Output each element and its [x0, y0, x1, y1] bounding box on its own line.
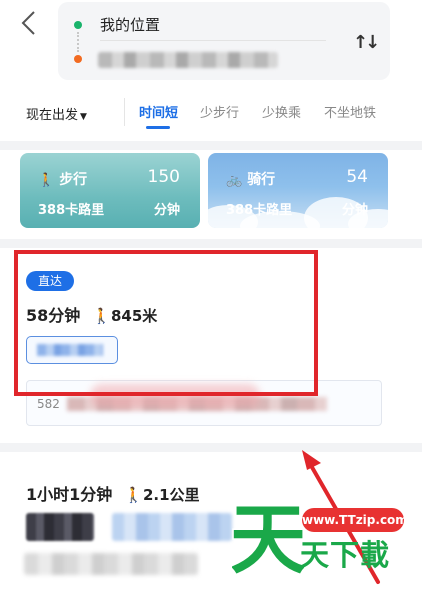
tab-less-walking[interactable]: 少步行: [200, 102, 239, 121]
walk-card-title: 步行: [59, 172, 88, 188]
route-input-box: 我的位置 ↑↓: [58, 2, 390, 80]
section-divider: [0, 443, 422, 452]
walk-card-value: 150: [147, 167, 180, 187]
back-arrow-icon[interactable]: [18, 10, 40, 36]
walking-person-icon: 🚶: [124, 486, 143, 504]
bicycle-icon: 🚲: [226, 173, 243, 188]
destination-field-redacted[interactable]: [98, 52, 278, 68]
walk-mode-card[interactable]: 🚶 步行 150 388卡路里 分钟: [20, 153, 200, 228]
walk-card-unit: 分钟: [153, 203, 180, 218]
origin-dot-icon: [74, 21, 82, 29]
walk-card-calories: 388卡路里: [38, 203, 105, 218]
field-divider: [100, 40, 326, 41]
filter-separator: [124, 98, 125, 126]
route-1-detail-prefix: 582: [37, 397, 60, 411]
walking-person-icon: 🚶: [38, 173, 55, 188]
watermark-url: www.TTzip.com: [302, 508, 408, 532]
bike-card-unit: 分钟: [341, 203, 368, 218]
destination-dot-icon: [74, 55, 82, 63]
svg-text:天: 天: [232, 495, 304, 580]
route-2-walk-distance: 2.1公里: [142, 486, 200, 504]
section-divider: [0, 239, 422, 248]
caret-down-icon: ▼: [80, 112, 87, 122]
red-highlight-box: [14, 250, 318, 396]
bike-card-calories: 388卡路里: [226, 203, 293, 218]
bike-card-title: 骑行: [247, 172, 276, 188]
route-2-summary[interactable]: 1小时1分钟 🚶2.1公里: [26, 481, 200, 505]
bike-card-value: 54: [346, 167, 368, 187]
depart-time-dropdown[interactable]: 现在出发 ▼: [26, 104, 87, 123]
depart-time-label: 现在出发: [26, 108, 79, 123]
tab-fewer-transfers[interactable]: 少换乘: [262, 102, 301, 121]
route-2-line-redacted: [26, 513, 94, 541]
route-2-detail-redacted: [24, 553, 198, 575]
origin-field[interactable]: 我的位置: [100, 14, 160, 35]
tab-shortest-time[interactable]: 时间短: [139, 102, 178, 121]
route-2-duration: 1小时1分钟: [26, 485, 113, 504]
tab-no-subway[interactable]: 不坐地铁: [324, 102, 376, 121]
watermark-text: 天下載: [300, 538, 391, 572]
swap-vertical-icon[interactable]: ↑↓: [353, 32, 380, 53]
route-2-line-redacted: [112, 513, 232, 541]
active-tab-indicator: [146, 126, 170, 129]
section-divider: [0, 141, 422, 150]
bike-mode-card[interactable]: 🚲 骑行 54 388卡路里 分钟: [208, 153, 388, 228]
route-connector: [77, 32, 79, 52]
watermark-logo-icon: 天: [232, 494, 304, 580]
